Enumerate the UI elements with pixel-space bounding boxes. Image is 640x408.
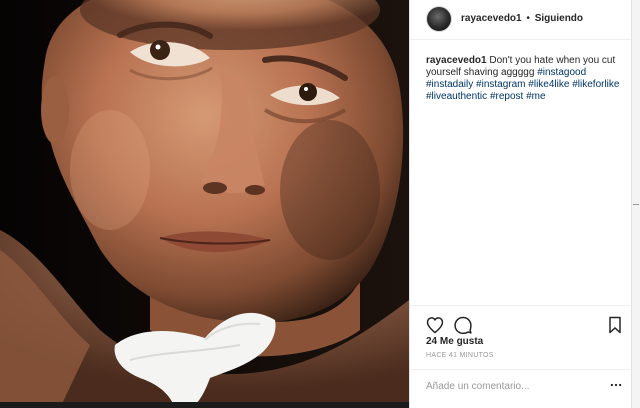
hashtag-link[interactable]: #liveauthentic [426,91,487,102]
window-scroll-edge[interactable] [631,0,640,408]
post-photo[interactable] [0,0,409,408]
post-caption: rayacevedo1 Don't you hate when you cut … [426,55,624,103]
avatar[interactable] [426,6,452,32]
instagram-post-view: rayacevedo1 • Siguiendo rayacevedo1 Don'… [0,0,640,408]
hashtag-link[interactable]: #like4like [528,79,569,90]
header-separator: • [526,13,530,24]
photo-bottom-strip [0,402,409,408]
comment-bar [410,369,632,408]
more-options-icon[interactable] [609,378,623,392]
hashtag-link[interactable]: #instagram [476,79,525,90]
post-timestamp[interactable]: HACE 41 MINUTOS [426,352,494,359]
heart-icon[interactable] [425,315,445,335]
caption-username[interactable]: rayacevedo1 [426,55,487,66]
comment-icon[interactable] [453,315,473,335]
hashtag-link[interactable]: #likeforlike [572,79,619,90]
like-count[interactable]: 24 Me gusta [426,336,483,347]
hashtag-link[interactable]: #repost [490,91,523,102]
hashtag-link[interactable]: #instadaily [426,79,473,90]
bookmark-icon[interactable] [605,315,625,335]
post-header: rayacevedo1 • Siguiendo [410,0,632,40]
header-username[interactable]: rayacevedo1 [461,13,522,24]
post-sidebar: rayacevedo1 • Siguiendo rayacevedo1 Don'… [409,0,632,408]
hashtag-link[interactable]: #me [526,91,545,102]
scroll-tick [633,204,639,205]
following-button[interactable]: Siguiendo [535,13,583,24]
hashtag-link[interactable]: #instagood [537,67,586,78]
header-text: rayacevedo1 • Siguiendo [461,13,583,24]
comment-input[interactable] [426,377,596,395]
